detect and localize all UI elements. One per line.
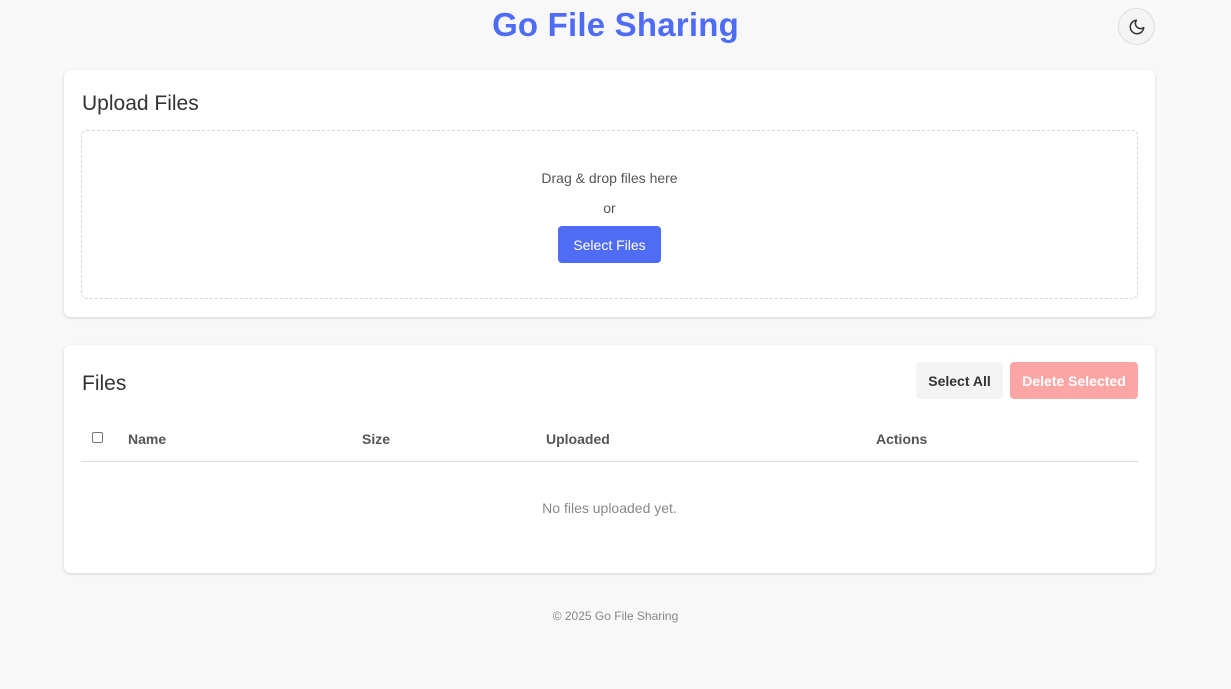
theme-toggle-button[interactable] — [1118, 8, 1155, 45]
files-card: Files Select All Delete Selected Name Si… — [64, 345, 1155, 573]
app-title: Go File Sharing — [492, 6, 739, 43]
upload-title: Upload Files — [82, 92, 199, 115]
page-header: Go File Sharing — [0, 0, 1231, 56]
files-table-header: Name Size Uploaded Actions — [81, 417, 1138, 462]
delete-selected-button[interactable]: Delete Selected — [1010, 362, 1138, 399]
moon-icon — [1128, 18, 1146, 36]
column-header-size: Size — [362, 431, 391, 447]
select-all-button[interactable]: Select All — [916, 362, 1003, 399]
empty-files-message: No files uploaded yet. — [542, 500, 677, 516]
files-title: Files — [82, 372, 127, 395]
select-files-button[interactable]: Select Files — [558, 226, 661, 263]
column-header-actions: Actions — [876, 431, 928, 447]
or-separator: or — [603, 200, 616, 216]
upload-card: Upload Files Drag & drop files here or S… — [64, 70, 1155, 317]
column-header-uploaded: Uploaded — [546, 431, 610, 447]
page-footer: © 2025 Go File Sharing — [552, 609, 679, 623]
file-dropzone[interactable]: Drag & drop files here or Select Files — [81, 130, 1138, 299]
drop-instructions: Drag & drop files here — [541, 170, 678, 186]
column-header-name: Name — [128, 431, 167, 447]
select-all-checkbox[interactable] — [92, 432, 103, 443]
